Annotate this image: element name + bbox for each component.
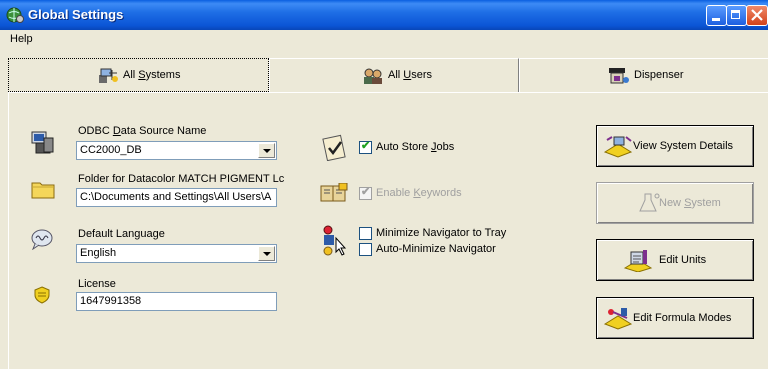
enable-keywords-label: Enable Keywords <box>376 187 462 199</box>
new-system-label: New System <box>659 197 721 209</box>
maximize-icon <box>731 10 740 19</box>
auto-store-jobs-checkbox[interactable]: ✔ <box>359 140 372 154</box>
database-computer-icon <box>31 131 54 154</box>
minimize-tray-checkbox[interactable] <box>359 227 372 240</box>
edit-units-label: Edit Units <box>659 254 707 266</box>
edit-formula-modes-label: Edit Formula Modes <box>633 312 732 324</box>
title-bar[interactable]: Global Settings <box>0 0 768 30</box>
chevron-down-icon[interactable] <box>258 246 275 261</box>
users-icon <box>364 68 382 84</box>
tab-all-systems-label: All Systems <box>123 69 181 81</box>
tab-dispenser-label: Dispenser <box>634 69 684 81</box>
edit-units-button[interactable]: Edit Units <box>596 239 754 281</box>
close-icon <box>751 9 763 21</box>
system-icon <box>99 68 118 83</box>
license-shield-icon <box>34 286 50 304</box>
folder-icon <box>31 182 55 199</box>
view-system-details-label: View System Details <box>633 140 734 152</box>
view-system-details-button[interactable]: View System Details <box>596 125 754 167</box>
odbc-value: CC2000_DB <box>80 144 142 156</box>
minimize-button[interactable] <box>706 5 727 26</box>
check-icon: ✔ <box>361 186 371 198</box>
minimize-icon <box>712 18 720 21</box>
tab-strip: All Systems All Users Dispenser <box>8 58 768 92</box>
new-system-button[interactable]: New System <box>596 182 754 224</box>
tab-all-systems[interactable]: All Systems <box>8 58 269 92</box>
chevron-down-icon[interactable] <box>258 143 275 158</box>
window-title: Global Settings <box>28 7 124 22</box>
language-value: English <box>80 247 117 259</box>
license-label: License <box>78 278 116 290</box>
tab-dispenser[interactable]: Dispenser <box>519 58 768 92</box>
odbc-label: ODBC Data Source Name <box>78 125 207 137</box>
tab-all-users-label: All Users <box>388 69 433 81</box>
odbc-select[interactable]: CC2000_DB <box>76 141 277 160</box>
menu-help[interactable]: Help <box>10 33 33 45</box>
keywords-book-icon <box>320 183 348 202</box>
menu-bar: Help <box>0 30 768 50</box>
language-select[interactable]: English <box>76 244 277 263</box>
tab-all-users[interactable]: All Users <box>269 58 519 92</box>
auto-minimize-label: Auto-Minimize Navigator <box>376 243 496 255</box>
globe-gear-icon <box>6 7 24 23</box>
auto-store-jobs-label: Auto Store Jobs <box>376 141 455 153</box>
license-field[interactable]: 1647991358 <box>76 292 277 311</box>
enable-keywords-checkbox[interactable]: ✔ <box>359 186 372 200</box>
language-label: Default Language <box>78 228 165 240</box>
close-button[interactable] <box>746 5 768 26</box>
folder-label: Folder for Datacolor MATCH PIGMENT Lc <box>78 173 285 185</box>
clipboard-check-icon <box>322 134 346 161</box>
minimize-tray-label: Minimize Navigator to Tray <box>376 227 507 239</box>
system-details-icon <box>603 136 633 158</box>
formula-icon <box>603 308 633 330</box>
check-icon: ✔ <box>361 140 371 152</box>
units-icon <box>623 250 653 272</box>
speech-icon <box>31 229 53 250</box>
auto-minimize-checkbox[interactable] <box>359 243 372 256</box>
edit-formula-modes-button[interactable]: Edit Formula Modes <box>596 297 754 339</box>
navigator-icon <box>323 225 347 256</box>
maximize-button[interactable] <box>726 5 747 26</box>
dispenser-icon <box>609 68 629 84</box>
folder-field[interactable]: C:\Documents and Settings\All Users\A <box>76 188 277 207</box>
